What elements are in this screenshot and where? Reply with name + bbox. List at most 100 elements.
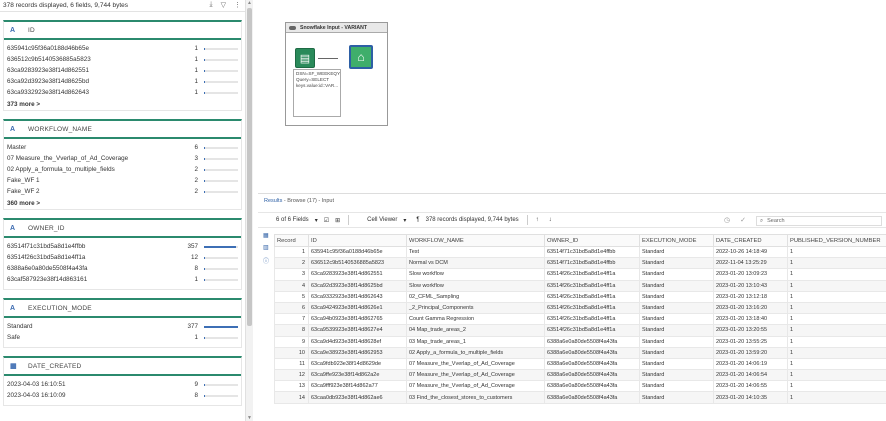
- table-row[interactable]: 7 63ca94b0923e38f14d862765 Count Gamma Reg…: [274, 313, 886, 326]
- table-row[interactable]: 11 63ca9fdb923e38f14d8629de 07 Measure_the…: [274, 357, 886, 371]
- table-cell[interactable]: 63ca9e38923e38f14d862953: [308, 346, 407, 359]
- arrow-down-icon[interactable]: ↓: [549, 217, 552, 223]
- field-card-header[interactable]: A EXECUTION_MODE: [4, 300, 241, 318]
- table-cell[interactable]: 63ca9424923e38f14d8626e1: [308, 301, 407, 315]
- table-row[interactable]: 4 63ca92d3923e38f14d8625bd Slow workflow 63…: [274, 279, 886, 292]
- table-cell[interactable]: 63514f26c31bd5a8d1e4ff1a: [544, 279, 640, 292]
- table-cell[interactable]: 2: [274, 257, 309, 270]
- profile-view-icon[interactable]: ▥: [263, 244, 269, 251]
- table-cell[interactable]: 2023-01-20 13:55:25: [713, 335, 788, 348]
- table-cell[interactable]: 63514f26c31bd5a8d1e4ff1a: [544, 324, 640, 337]
- value-row[interactable]: 63caf587923e38f14d863161 1: [7, 274, 238, 285]
- grid-icon[interactable]: ⊞: [335, 217, 340, 224]
- table-cell[interactable]: 2023-01-20 14:10:35: [713, 391, 788, 404]
- table-row[interactable]: 9 63ca9d4d923e38f14d8628ef 03 Map_trade_ar…: [274, 335, 886, 348]
- column-header[interactable]: ID: [308, 234, 407, 247]
- scroll-up-icon[interactable]: ▲: [247, 0, 252, 6]
- column-header[interactable]: PUBLISHED_VERSION_NUMBER: [787, 234, 886, 247]
- table-cell[interactable]: 636512c9b5140536885a5823: [308, 257, 407, 270]
- value-row[interactable]: 63ca9332923e38f14d862643 1: [7, 87, 238, 98]
- table-row[interactable]: 12 63ca9ffe923e38f14d862a2e 07 Measure_the…: [274, 369, 886, 382]
- table-cell[interactable]: Count Gamma Regression: [406, 313, 545, 326]
- table-cell[interactable]: 6388a6e0a80de5508f4a43fa: [544, 357, 640, 371]
- table-cell[interactable]: 1: [787, 346, 886, 359]
- table-view-icon[interactable]: ▦: [263, 232, 269, 239]
- table-cell[interactable]: 1: [787, 335, 886, 348]
- table-cell[interactable]: 2022-10-26 14:18:49: [713, 245, 788, 259]
- column-header[interactable]: DATE_CREATED: [713, 234, 788, 247]
- input-tool-book-icon[interactable]: ▤: [295, 48, 315, 68]
- table-cell[interactable]: 63caa0db923e38f14d862ae6: [308, 391, 407, 404]
- value-row[interactable]: 636512c9b5140536885a5823 1: [7, 54, 238, 65]
- check-icon[interactable]: ✓: [740, 216, 746, 224]
- table-cell[interactable]: 63514f71c31bd5a8d1e4ffbb: [544, 245, 640, 259]
- search-box[interactable]: ⌕ Search: [756, 216, 882, 226]
- table-cell[interactable]: 1: [787, 324, 886, 337]
- table-cell[interactable]: 1: [787, 313, 886, 326]
- table-cell[interactable]: 1: [787, 257, 886, 270]
- value-row[interactable]: 63ca92d3923e38f14d8625bd 1: [7, 76, 238, 87]
- value-row[interactable]: 07 Measure_the_Vverlap_of_Ad_Coverage 3: [7, 153, 238, 164]
- table-cell[interactable]: 03 Map_trade_areas_1: [406, 335, 545, 348]
- table-cell[interactable]: 7: [274, 313, 309, 326]
- table-cell[interactable]: Standard: [639, 290, 714, 303]
- table-cell[interactable]: 2022-11-04 13:25:29: [713, 257, 788, 270]
- table-cell[interactable]: 1: [787, 369, 886, 382]
- table-row[interactable]: 2 636512c9b5140536885a5823 Normal vs DCM 63…: [274, 257, 886, 270]
- table-cell[interactable]: 635941c95f36a0188d46b65e: [308, 245, 407, 259]
- table-cell[interactable]: 6388a6e0a80de5508f4a43fa: [544, 369, 640, 382]
- field-card-header[interactable]: ▦ DATE_CREATED: [4, 358, 241, 376]
- table-row[interactable]: 6 63ca9424923e38f14d8626e1 _2_Principal_Co…: [274, 301, 886, 315]
- table-cell[interactable]: 10: [274, 346, 309, 359]
- value-row[interactable]: Standard 377: [7, 321, 238, 332]
- column-header[interactable]: Record: [274, 234, 309, 247]
- table-cell[interactable]: Normal vs DCM: [406, 257, 545, 270]
- table-cell[interactable]: 63514f71c31bd5a8d1e4ffbb: [544, 257, 640, 270]
- more-values-link[interactable]: 373 more >: [4, 98, 241, 110]
- table-cell[interactable]: _2_Principal_Components: [406, 301, 545, 315]
- container-toggle-icon[interactable]: [289, 25, 296, 30]
- value-row[interactable]: 6388a6e0a80de5508f4a43fa 8: [7, 263, 238, 274]
- table-cell[interactable]: 2023-01-20 13:20:55: [713, 324, 788, 337]
- value-row[interactable]: 02 Apply_a_formula_to_multiple_fields 2: [7, 164, 238, 175]
- table-cell[interactable]: Test: [406, 245, 545, 259]
- value-row[interactable]: 2023-04-03 16:10:51 9: [7, 379, 238, 390]
- table-row[interactable]: 5 63ca9332923e38f14d862643 02_CFML_Samplin…: [274, 290, 886, 303]
- table-cell[interactable]: 11: [274, 357, 309, 371]
- table-cell[interactable]: 63ca92d3923e38f14d8625bd: [308, 279, 407, 292]
- column-header[interactable]: EXECUTION_MODE: [639, 234, 714, 247]
- table-cell[interactable]: 8: [274, 324, 309, 337]
- value-row[interactable]: Safe 1: [7, 332, 238, 343]
- table-cell[interactable]: 6388a6e0a80de5508f4a43fa: [544, 335, 640, 348]
- table-cell[interactable]: 1: [274, 245, 309, 259]
- table-cell[interactable]: Standard: [639, 324, 714, 337]
- table-cell[interactable]: 07 Measure_the_Vverlap_of_Ad_Coverage: [406, 380, 545, 393]
- table-cell[interactable]: Slow workflow: [406, 268, 545, 281]
- table-cell[interactable]: 63ca9332923e38f14d862643: [308, 290, 407, 303]
- table-cell[interactable]: 2023-01-20 13:10:43: [713, 279, 788, 292]
- info-icon[interactable]: ⓘ: [263, 256, 269, 265]
- table-cell[interactable]: 02 Apply_a_formula_to_multiple_fields: [406, 346, 545, 359]
- table-cell[interactable]: 02_CFML_Sampling: [406, 290, 545, 303]
- table-cell[interactable]: 2023-01-20 14:06:54: [713, 369, 788, 382]
- value-row[interactable]: Fake_WF 2 2: [7, 186, 238, 197]
- arrow-up-icon[interactable]: ↑: [536, 217, 539, 223]
- field-card-header[interactable]: A WORKFLOW_NAME: [4, 121, 241, 139]
- table-cell[interactable]: 63514f26c31bd5a8d1e4ff1a: [544, 290, 640, 303]
- table-cell[interactable]: 6388a6e0a80de5508f4a43fa: [544, 346, 640, 359]
- more-menu-icon[interactable]: ⋮: [234, 1, 241, 9]
- table-cell[interactable]: 63ca9fdb923e38f14d8629de: [308, 357, 407, 371]
- table-cell[interactable]: 03 Find_the_closest_stores_to_customers: [406, 391, 545, 404]
- table-cell[interactable]: 1: [787, 357, 886, 371]
- more-values-link[interactable]: 360 more >: [4, 197, 241, 209]
- table-cell[interactable]: Standard: [639, 369, 714, 382]
- table-cell[interactable]: 1: [787, 279, 886, 292]
- table-cell[interactable]: 63ca9d4d923e38f14d8628ef: [308, 335, 407, 348]
- table-cell[interactable]: Standard: [639, 313, 714, 326]
- snowflake-input-container[interactable]: Snowflake Input - VARIANT ▤ ⌂ DSN=SF_WEE…: [285, 22, 388, 126]
- table-cell[interactable]: 2023-01-20 13:18:40: [713, 313, 788, 326]
- value-row[interactable]: 63514f71c31bd5a8d1e4ffbb 357: [7, 241, 238, 252]
- table-cell[interactable]: 2023-01-20 13:59:20: [713, 346, 788, 359]
- table-cell[interactable]: 12: [274, 369, 309, 382]
- column-header[interactable]: WORKFLOW_NAME: [406, 234, 545, 247]
